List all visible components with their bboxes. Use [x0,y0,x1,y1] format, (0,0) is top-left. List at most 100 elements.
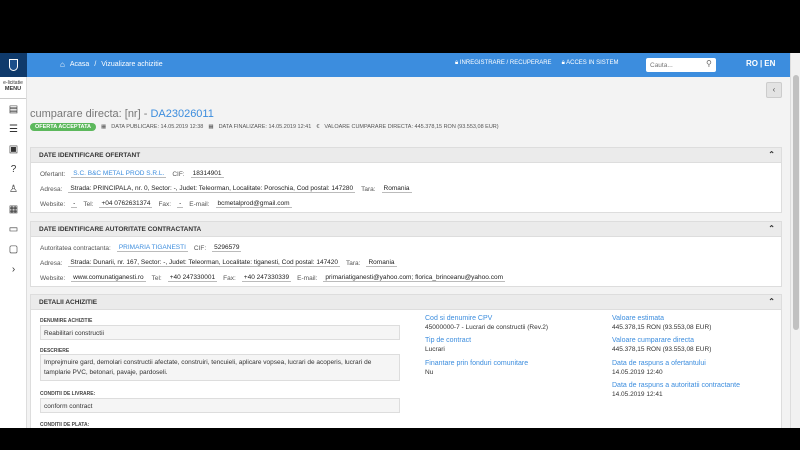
browser-viewport: ⌂ Acasa / Vizualizare achizitie 🔒︎ INREG… [0,53,800,428]
authority-panel: DATE IDENTIFICARE AUTORITATE CONTRACTANT… [30,221,782,287]
field-label: E-mail: [189,200,210,208]
bidder-reply-label: Data de raspuns a ofertantului [612,360,706,367]
authority-name-link[interactable]: PRIMARIA TIGANESTI [116,244,188,252]
document-icon[interactable]: ▤ [0,99,27,119]
login-link-label: ACCES IN SISTEM [566,60,619,66]
person-icon[interactable]: ♙ [0,179,27,199]
authority-reply-value: 14.05.2019 12:41 [612,391,663,398]
bidder-panel: DATE IDENTIFICARE OFERTANT ⌃ Ofertant: S.… [30,147,782,213]
payment-label: CONDITII DE PLATA: [40,422,90,428]
site-logo[interactable] [0,53,27,77]
authority-tel: +40 247330001 [167,274,218,282]
page-title: cumparare directa: [nr] - DA23026011 [30,108,214,120]
description-field: Imprejmuire gard, demolari constructii a… [40,354,400,381]
bidder-email: bcmetalprod@gmail.com [215,200,292,208]
list-icon[interactable]: ☰ [0,119,27,139]
shield-logo-icon [9,59,18,71]
collapse-left-button[interactable]: ‹ [766,82,782,98]
field-label: Website: [40,274,66,282]
authority-email: primariatiganesti@yahoo.com; florica_bri… [323,274,505,282]
chevron-right-icon[interactable]: › [0,259,27,279]
authority-address: Strada: Dunarii, nr. 167, Sector: -, Jud… [68,259,341,267]
purchase-value: VALOARE CUMPARARE DIRECTA: 445.378,15 RO… [324,124,499,130]
procurement-meta: OFERTA ACCEPTATA ▦ DATA PUBLICARE: 14.05.… [30,123,499,131]
calendar-icon: ▦ [208,124,214,130]
field-label: Tel: [83,200,94,208]
main-content: ‹ cumparare directa: [nr] - DA23026011 O… [29,77,788,428]
menu-label: MENU [4,86,22,92]
bidder-tel: +04 0762631374 [99,200,153,208]
top-navigation-bar: ⌂ Acasa / Vizualizare achizitie 🔒︎ INREG… [0,53,800,77]
bidder-address: Strada: PRINCIPALA, nr. 0, Sector: -, Ju… [68,185,356,193]
scrollbar-thumb[interactable] [793,75,799,330]
bidder-row-1: Ofertant: S.C. B&C METAL PROD S.R.L. CIF… [40,170,224,178]
authority-country: Romania [366,259,397,267]
account-links: 🔒︎ INREGISTRARE / RECUPERARE 🔒︎ ACCES IN… [455,60,618,67]
bidder-name-link[interactable]: S.C. B&C METAL PROD S.R.L. [71,170,167,178]
bidder-cif: 18314901 [190,170,224,178]
breadcrumb-home-link[interactable]: Acasa [70,61,89,68]
estimated-value-label: Valoare estimata [612,315,665,322]
panel-title: DATE IDENTIFICARE OFERTANT [39,152,141,159]
purchase-value-detail: 445.378,15 RON (93.553,08 EUR) [612,346,712,353]
breadcrumb-separator: / [94,61,97,68]
field-label: Ofertant: [40,170,66,178]
field-label: Autoritatea contractanta: [40,244,111,252]
language-switcher: RO | EN [746,59,775,68]
field-label: Tara: [361,185,376,193]
register-link[interactable]: 🔒︎ INREGISTRARE / RECUPERARE [455,60,552,67]
bidder-fax: - [177,200,184,208]
book-icon[interactable]: ▣ [0,139,27,159]
authority-row-1: Autoritatea contractanta: PRIMARIA TIGAN… [40,244,242,252]
publish-date: DATA PUBLICARE: 14.05.2019 12:38 [111,124,204,130]
search-icon[interactable]: ⚲ [706,59,712,68]
breadcrumb: ⌂ Acasa / Vizualizare achizitie [60,60,163,69]
lock-icon: 🔒︎ [561,60,565,66]
id-card-icon[interactable]: ▦ [0,199,27,219]
authority-row-3: Website: www.comunatiganesti.ro Tel: +40… [40,274,505,282]
chevron-up-icon[interactable]: ⌃ [768,224,775,233]
details-panel: DETALII ACHIZITIE ⌃ DENUMIRE ACHIZITIE Re… [30,294,782,428]
bidder-website: - [71,200,78,208]
euro-icon: € [316,124,320,130]
vertical-scrollbar[interactable] [790,53,800,428]
field-label: Fax: [158,200,172,208]
menu-toggle[interactable]: e-licitatie MENU [0,77,26,99]
finalize-date: DATA FINALIZARE: 14.05.2019 12:41 [218,124,312,130]
authority-website[interactable]: www.comunatiganesti.ro [71,274,146,282]
cpv-value: 45000000-7 - Lucrari de constructii (Rev… [425,324,549,331]
page-title-prefix: cumparare directa: [nr] [30,108,141,120]
delivery-field: conform contract [40,398,400,413]
authority-cif: 5296579 [212,244,242,252]
lang-separator: | [760,59,763,68]
chevron-up-icon[interactable]: ⌃ [768,150,775,159]
panel-header[interactable]: DATE IDENTIFICARE AUTORITATE CONTRACTANT… [31,222,781,237]
bidder-country: Romania [381,185,412,193]
field-label: Adresa: [40,259,63,267]
lang-en-link[interactable]: EN [764,59,775,68]
purchase-value-label: Valoare cumparare directa [612,337,694,344]
procurement-name-label: DENUMIRE ACHIZITIE [40,318,93,324]
eu-funds-value: Nu [425,369,434,376]
login-link[interactable]: 🔒︎ ACCES IN SISTEM [562,60,619,67]
field-label: Website: [40,200,66,208]
breadcrumb-current: Vizualizare achizitie [101,61,163,68]
bidder-reply-value: 14.05.2019 12:40 [612,369,663,376]
page-title-separator: - [140,108,151,120]
chevron-up-icon[interactable]: ⌃ [768,297,775,306]
panel-header[interactable]: DETALII ACHIZITIE ⌃ [31,295,781,310]
field-label: Tel: [151,274,162,282]
home-icon[interactable]: ⌂ [60,60,65,69]
lang-ro-link[interactable]: RO [746,59,758,68]
help-icon[interactable]: ? [0,159,27,179]
status-badge: OFERTA ACCEPTATA [30,123,97,131]
lock-icon: 🔒︎ [455,60,459,66]
cpv-label: Cod si denumire CPV [425,315,493,322]
chat-icon[interactable]: ▢ [0,239,27,259]
monitor-icon[interactable]: ▭ [0,219,27,239]
panel-header[interactable]: DATE IDENTIFICARE OFERTANT ⌃ [31,148,781,163]
authority-row-2: Adresa: Strada: Dunarii, nr. 167, Sector… [40,259,397,267]
field-label: E-mail: [297,274,318,282]
delivery-label: CONDITII DE LIVRARE: [40,391,96,397]
register-link-label: INREGISTRARE / RECUPERARE [459,60,552,66]
